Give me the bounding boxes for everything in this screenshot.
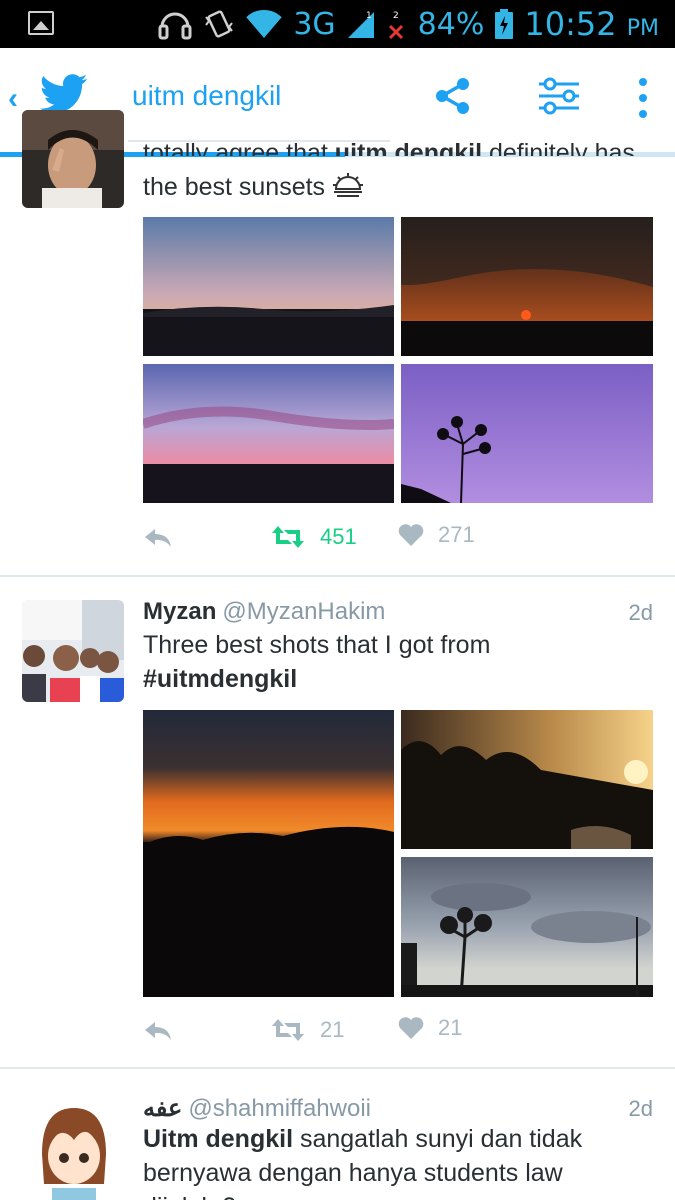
search-field[interactable]: uitm dengkil [128, 74, 390, 142]
overflow-icon[interactable] [636, 76, 650, 125]
like-count: 21 [438, 1015, 463, 1040]
tweet-time: 2d [628, 1096, 653, 1121]
heart-icon [398, 1017, 424, 1039]
avatar[interactable] [22, 1094, 124, 1200]
retweet-count: 21 [320, 1017, 345, 1042]
tweet-image-3[interactable] [401, 857, 653, 997]
display-name[interactable]: Myzan [143, 598, 216, 625]
tweet-image-1[interactable] [143, 710, 394, 997]
tweet-divider [0, 575, 675, 577]
signal-icon: 1 [346, 8, 376, 40]
headset-icon [157, 7, 193, 41]
reply-icon[interactable] [143, 522, 173, 557]
display-name[interactable]: عفه [143, 1095, 182, 1122]
reply-icon[interactable] [143, 1015, 173, 1050]
like-button[interactable]: 271 [398, 522, 475, 548]
battery-icon [494, 8, 514, 40]
filter-icon[interactable] [537, 76, 581, 121]
tweet-image-2[interactable] [401, 217, 653, 356]
search-query: uitm dengkil [132, 80, 282, 111]
network-type-label: 3G [293, 6, 336, 42]
clock: 10:52 PM [524, 5, 659, 43]
tweet-image-3[interactable] [143, 364, 394, 503]
hashtag-link[interactable]: #uitmdengkil [143, 665, 297, 693]
wifi-icon [245, 9, 283, 39]
tweet-header: Myzan @MyzanHakim [143, 598, 385, 626]
retweet-button[interactable]: 21 [270, 1015, 344, 1045]
tweet-actions: 451 271 [143, 522, 643, 562]
retweet-icon [272, 526, 304, 548]
vibrate-icon [203, 7, 235, 41]
tweet-divider [0, 1067, 675, 1069]
avatar[interactable] [22, 600, 124, 702]
tweet-text: totally agree that uitm dengkil definite… [143, 139, 635, 156]
retweet-count: 451 [320, 524, 357, 549]
like-count: 271 [438, 522, 475, 547]
retweet-button[interactable]: 451 [270, 522, 357, 552]
tweet-image-2[interactable] [401, 710, 653, 849]
no-signal-icon: 2 [386, 8, 408, 40]
share-icon[interactable] [434, 76, 472, 121]
like-button[interactable]: 21 [398, 1015, 462, 1041]
avatar[interactable] [22, 110, 124, 208]
status-bar: 3G 1 2 84% 10:52 PM [0, 0, 675, 48]
tweet-image-1[interactable] [143, 217, 394, 356]
tweet-time: 2d [628, 600, 653, 625]
tweet-actions: 21 21 [143, 1015, 643, 1055]
sim2-label: 2 [393, 11, 399, 21]
sunset-emoji [333, 173, 364, 197]
keyword: Uitm dengkil [143, 1125, 294, 1153]
heart-icon [398, 524, 424, 546]
handle[interactable]: @shahmiffahwoii [188, 1095, 371, 1122]
back-icon[interactable]: ‹ [8, 82, 18, 116]
tweet-text: Three best shots that I got from #uitmde… [143, 631, 491, 693]
gallery-icon [28, 11, 54, 35]
sim1-label: 1 [366, 11, 372, 21]
tweet-header: عفه @shahmiffahwoii [143, 1094, 371, 1123]
tweet-image-4[interactable] [401, 364, 653, 503]
tweet-text: Uitm dengkil sangatlah sunyi dan tidak b… [143, 1125, 583, 1200]
battery-percent: 84% [417, 6, 485, 42]
handle[interactable]: @MyzanHakim [222, 598, 385, 625]
tweet-text-line2: the best sunsets [143, 170, 643, 204]
retweet-icon [272, 1019, 304, 1041]
